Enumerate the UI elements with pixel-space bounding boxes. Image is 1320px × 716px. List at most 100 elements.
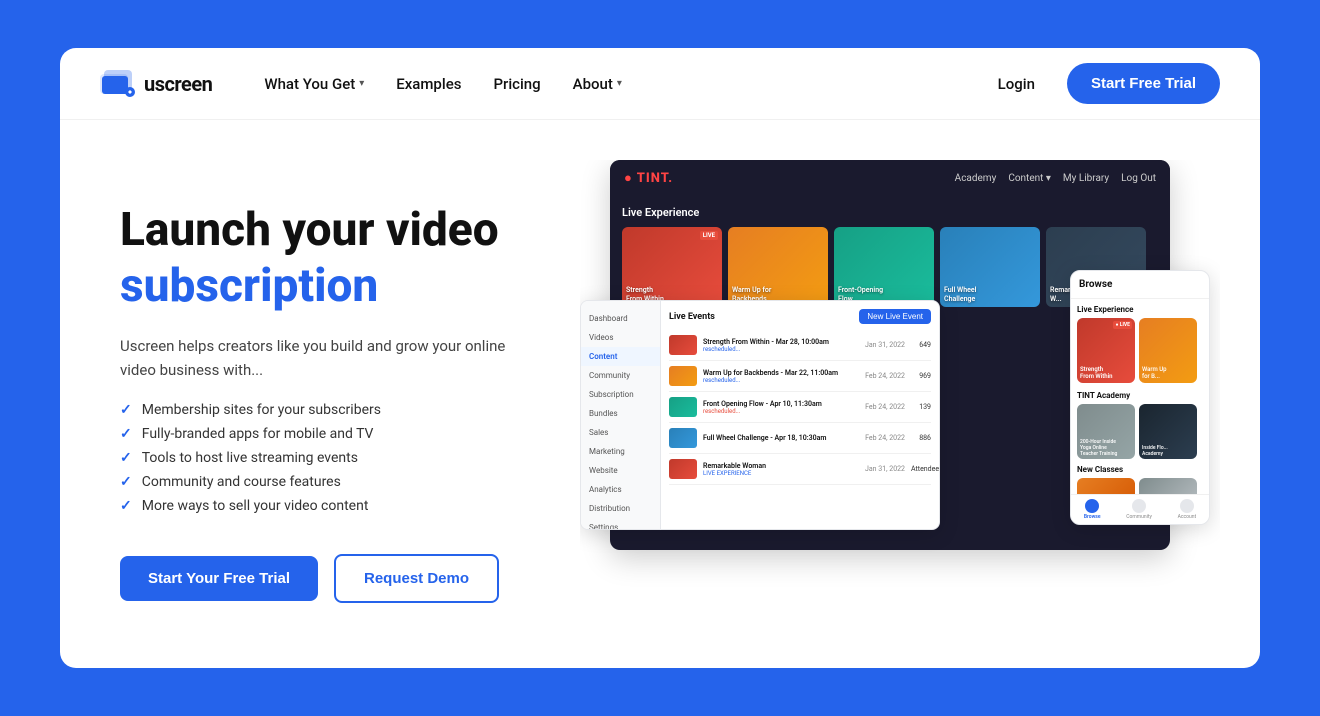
mobile-live-card-2-label: Warm Upfor B... — [1142, 366, 1167, 380]
mobile-academy-card-1-label: 200-Hour InsideYoga OnlineTeacher Traini… — [1080, 439, 1117, 457]
feature-list: ✓ Membership sites for your subscribers … — [120, 402, 540, 522]
admin-sidebar-website: Website — [581, 461, 660, 480]
tint-nav-library: My Library — [1063, 173, 1109, 184]
mobile-browse-label: Browse — [1079, 279, 1201, 290]
tint-card-2: Warm Up forBackbends — [728, 227, 828, 307]
admin-main-content: Live Events New Live Event Strength From… — [661, 301, 939, 529]
chevron-down-icon: ▾ — [359, 78, 364, 89]
start-free-trial-header-button[interactable]: Start Free Trial — [1067, 63, 1220, 104]
mobile-nav-community-icon — [1132, 499, 1146, 513]
logo[interactable]: uscreen — [100, 70, 212, 98]
admin-thumb-4 — [669, 428, 697, 448]
feature-item-1: ✓ Membership sites for your subscribers — [120, 402, 540, 418]
admin-row-num-5: Attendees — [911, 465, 931, 473]
mobile-live-cards: StrengthFrom Within ● LIVE Warm Upfor B.… — [1077, 318, 1203, 383]
tint-live-label: Live Experience — [622, 206, 1158, 219]
admin-row-num-2: 969 — [911, 372, 931, 380]
tint-nav-logout: Log Out — [1121, 173, 1156, 184]
admin-row-text-4: Full Wheel Challenge - Apr 18, 10:30am — [703, 434, 859, 442]
mobile-nav-community[interactable]: Community — [1126, 499, 1152, 520]
admin-table-row-4: Full Wheel Challenge - Apr 18, 10:30am F… — [669, 423, 931, 454]
mobile-nav-account-icon — [1180, 499, 1194, 513]
nav-pricing[interactable]: Pricing — [481, 67, 552, 101]
feature-item-5: ✓ More ways to sell your video content — [120, 498, 540, 514]
mobile-nav-account[interactable]: Account — [1178, 499, 1197, 520]
admin-row-title-4: Full Wheel Challenge - Apr 18, 10:30am — [703, 434, 859, 442]
tint-card-label-4: Full WheelChallenge — [944, 286, 976, 303]
mobile-live-section: Live Experience StrengthFrom Within ● LI… — [1071, 299, 1209, 385]
mobile-academy-cards: 200-Hour InsideYoga OnlineTeacher Traini… — [1077, 404, 1203, 459]
nav-examples[interactable]: Examples — [384, 67, 473, 101]
hero-section: Launch your video subscription Uscreen h… — [120, 160, 540, 638]
admin-table-title: Live Events — [669, 312, 715, 322]
admin-row-text-2: Warm Up for Backbends - Mar 22, 11:00am … — [703, 369, 859, 384]
mobile-academy-label: TINT Academy — [1077, 391, 1203, 400]
nav-about[interactable]: About ▾ — [561, 67, 634, 101]
login-button[interactable]: Login — [986, 67, 1047, 101]
admin-row-title-1: Strength From Within - Mar 28, 10:00am — [703, 338, 859, 346]
admin-row-text-5: Remarkable Woman LIVE EXPERIENCE — [703, 462, 859, 477]
mobile-nav-browse[interactable]: Browse — [1084, 499, 1101, 520]
mobile-live-card-1: StrengthFrom Within ● LIVE — [1077, 318, 1135, 383]
admin-row-num-3: 139 — [911, 403, 931, 411]
chevron-down-icon-about: ▾ — [617, 78, 622, 89]
admin-add-live-event-button[interactable]: New Live Event — [859, 309, 931, 324]
request-demo-button[interactable]: Request Demo — [334, 554, 499, 603]
tint-nav-content: Content ▾ — [1008, 173, 1051, 184]
admin-sidebar-sales: Sales — [581, 423, 660, 442]
admin-row-num-1: 649 — [911, 341, 931, 349]
check-icon-5: ✓ — [120, 498, 132, 514]
main-content: Launch your video subscription Uscreen h… — [60, 120, 1260, 668]
mobile-academy-card-1: 200-Hour InsideYoga OnlineTeacher Traini… — [1077, 404, 1135, 459]
feature-item-4: ✓ Community and course features — [120, 474, 540, 490]
admin-row-num-4: 886 — [911, 434, 931, 442]
admin-sidebar-subscription: Subscription — [581, 385, 660, 404]
feature-item-2: ✓ Fully-branded apps for mobile and TV — [120, 426, 540, 442]
admin-row-title-5: Remarkable Woman — [703, 462, 859, 470]
mobile-nav-community-label: Community — [1126, 514, 1152, 520]
tint-logo: ● TINT. — [624, 170, 673, 186]
admin-table-row-1: Strength From Within - Mar 28, 10:00am r… — [669, 330, 931, 361]
feature-item-3: ✓ Tools to host live streaming events — [120, 450, 540, 466]
admin-sidebar-community: Community — [581, 366, 660, 385]
admin-sidebar-distribution: Distribution — [581, 499, 660, 518]
mobile-academy-card-2-label: Inside Flo...Academy — [1142, 445, 1168, 457]
admin-row-sub-2: rescheduled... — [703, 377, 859, 384]
admin-table-row-3: Front Opening Flow - Apr 10, 11:30am res… — [669, 392, 931, 423]
page-wrapper: uscreen What You Get ▾ Examples Pricing … — [0, 0, 1320, 716]
start-free-trial-hero-button[interactable]: Start Your Free Trial — [120, 556, 318, 601]
tint-card-1: LIVE StrengthFrom Within — [622, 227, 722, 307]
admin-row-sub-3: rescheduled... — [703, 408, 859, 415]
mobile-academy-card-2: Inside Flo...Academy — [1139, 404, 1197, 459]
hero-title-line1: Launch your video — [120, 205, 540, 256]
admin-row-date-1: Jan 31, 2022 — [865, 341, 905, 349]
admin-row-sub-1: rescheduled... — [703, 346, 859, 353]
mobile-live-card-2: Warm Upfor B... — [1139, 318, 1197, 383]
nav-what-you-get[interactable]: What You Get ▾ — [252, 67, 376, 101]
admin-panel-screenshot: Dashboard Videos Content Community Subsc… — [580, 300, 940, 530]
admin-thumb-3 — [669, 397, 697, 417]
tint-nav-academy: Academy — [955, 173, 997, 184]
admin-sidebar-settings: Settings — [581, 518, 660, 530]
check-icon-2: ✓ — [120, 426, 132, 442]
admin-sidebar-videos: Videos — [581, 328, 660, 347]
main-nav: What You Get ▾ Examples Pricing About ▾ — [252, 67, 985, 101]
admin-sidebar-analytics: Analytics — [581, 480, 660, 499]
mobile-browse-header: Browse — [1071, 271, 1209, 299]
mobile-app-screenshot: Browse Live Experience StrengthFrom With… — [1070, 270, 1210, 525]
admin-sidebar-marketing: Marketing — [581, 442, 660, 461]
tint-header: ● TINT. Academy Content ▾ My Library Log… — [610, 160, 1170, 196]
admin-row-title-2: Warm Up for Backbends - Mar 22, 11:00am — [703, 369, 859, 377]
header: uscreen What You Get ▾ Examples Pricing … — [60, 48, 1260, 120]
mobile-academy-section: TINT Academy 200-Hour InsideYoga OnlineT… — [1071, 385, 1209, 461]
main-card: uscreen What You Get ▾ Examples Pricing … — [60, 48, 1260, 668]
admin-thumb-2 — [669, 366, 697, 386]
header-right: Login Start Free Trial — [986, 63, 1220, 104]
admin-table-row-2: Warm Up for Backbends - Mar 22, 11:00am … — [669, 361, 931, 392]
admin-row-text-1: Strength From Within - Mar 28, 10:00am r… — [703, 338, 859, 353]
tint-card-4: Full WheelChallenge — [940, 227, 1040, 307]
mobile-new-classes-label: New Classes — [1077, 465, 1203, 474]
mobile-nav-browse-icon — [1085, 499, 1099, 513]
tint-dot: ● — [624, 171, 633, 186]
admin-row-text-3: Front Opening Flow - Apr 10, 11:30am res… — [703, 400, 859, 415]
